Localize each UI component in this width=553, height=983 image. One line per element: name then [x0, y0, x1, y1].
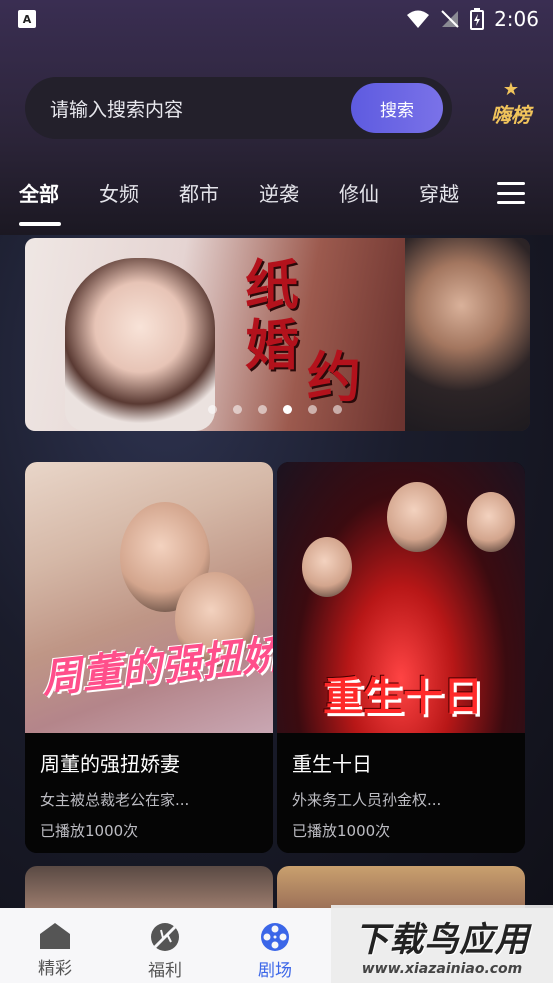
drama-title: 重生十日: [292, 752, 372, 776]
watermark-title: 下载鸟应用: [354, 919, 530, 960]
carousel-dots: [208, 405, 342, 414]
tab-all[interactable]: 全部: [19, 178, 59, 207]
nav-item-theater[interactable]: 剧场: [220, 908, 330, 983]
watermark-logo: 下载鸟应用 www.xiazainiao.com: [331, 905, 553, 983]
carousel-dot[interactable]: [308, 405, 317, 414]
carousel-dot[interactable]: [233, 405, 242, 414]
search-input[interactable]: 请输入搜索内容 搜索: [25, 77, 452, 139]
nav-label: 剧场: [258, 961, 292, 981]
drama-description: 女主被总裁老公在家...: [40, 791, 190, 809]
search-row: 请输入搜索内容 搜索 ★ 嗨榜: [25, 77, 553, 139]
carousel-dot[interactable]: [208, 405, 217, 414]
drama-info: 周董的强扭娇妻 女主被总裁老公在家... 已播放1000次: [25, 733, 273, 853]
poster-figure: [387, 482, 447, 552]
status-bar: A 2:06: [0, 0, 553, 38]
drama-title: 周董的强扭娇妻: [40, 752, 180, 776]
no-signal-icon: [441, 10, 459, 28]
home-icon: [40, 923, 70, 949]
watermark-url: www.xiazainiao.com: [361, 960, 523, 977]
leaf-icon: [151, 923, 179, 951]
drama-poster: 重生十日: [277, 462, 525, 733]
tab-cultivation[interactable]: 修仙: [339, 178, 379, 207]
drama-play-count: 已播放1000次: [292, 822, 391, 840]
nav-item-highlights[interactable]: 精彩: [0, 908, 110, 983]
wifi-icon: [407, 10, 430, 28]
nav-label: 福利: [148, 961, 182, 981]
banner-title-char-1: 纸: [245, 253, 299, 317]
status-icons: 2:06: [406, 7, 539, 31]
film-reel-icon: [261, 923, 289, 951]
nav-label: 精彩: [38, 959, 72, 979]
drama-card[interactable]: 重生十日 重生十日 外来务工人员孙金权... 已播放1000次: [277, 462, 525, 853]
drama-card[interactable]: 周董的强扭娇妻 周董的强扭娇妻 女主被总裁老公在家... 已播放1000次: [25, 462, 273, 853]
poster-title-art: 重生十日: [323, 674, 483, 720]
banner-groom-image: [405, 238, 530, 431]
nav-item-welfare[interactable]: 福利: [110, 908, 220, 983]
banner-title-char-3: 约: [307, 345, 361, 409]
category-tabs: 全部 女频 都市 逆袭 修仙 穿越: [0, 170, 553, 230]
tab-urban[interactable]: 都市: [179, 178, 219, 207]
drama-info: 重生十日 外来务工人员孙金权... 已播放1000次: [277, 733, 525, 853]
tab-time-travel[interactable]: 穿越: [419, 178, 459, 207]
ranking-label: 嗨榜: [491, 102, 531, 127]
banner-title-char-2: 婚: [245, 313, 299, 377]
menu-icon[interactable]: [497, 182, 525, 204]
poster-title-art: 周董的强扭娇妻: [39, 626, 273, 703]
tab-female[interactable]: 女频: [99, 178, 139, 207]
poster-figure: [302, 537, 352, 597]
battery-charging-icon: [470, 8, 485, 30]
carousel-dot-active[interactable]: [283, 405, 292, 414]
search-placeholder: 请输入搜索内容: [50, 98, 184, 121]
banner-bride-image: [65, 258, 215, 431]
drama-poster: 周董的强扭娇妻: [25, 462, 273, 733]
carousel-dot[interactable]: [258, 405, 267, 414]
ranking-button[interactable]: ★ 嗨榜: [481, 73, 541, 135]
drama-play-count: 已播放1000次: [40, 822, 139, 840]
app-notification-icon: A: [18, 10, 36, 28]
poster-figure: [467, 492, 515, 552]
search-button[interactable]: 搜索: [351, 83, 443, 133]
active-tab-indicator: [19, 222, 61, 226]
banner-carousel[interactable]: 纸 婚 约: [25, 238, 530, 431]
status-time: 2:06: [494, 7, 539, 31]
drama-description: 外来务工人员孙金权...: [292, 791, 442, 809]
star-icon: ★: [502, 78, 520, 100]
tab-comeback[interactable]: 逆袭: [259, 178, 299, 207]
carousel-dot[interactable]: [333, 405, 342, 414]
